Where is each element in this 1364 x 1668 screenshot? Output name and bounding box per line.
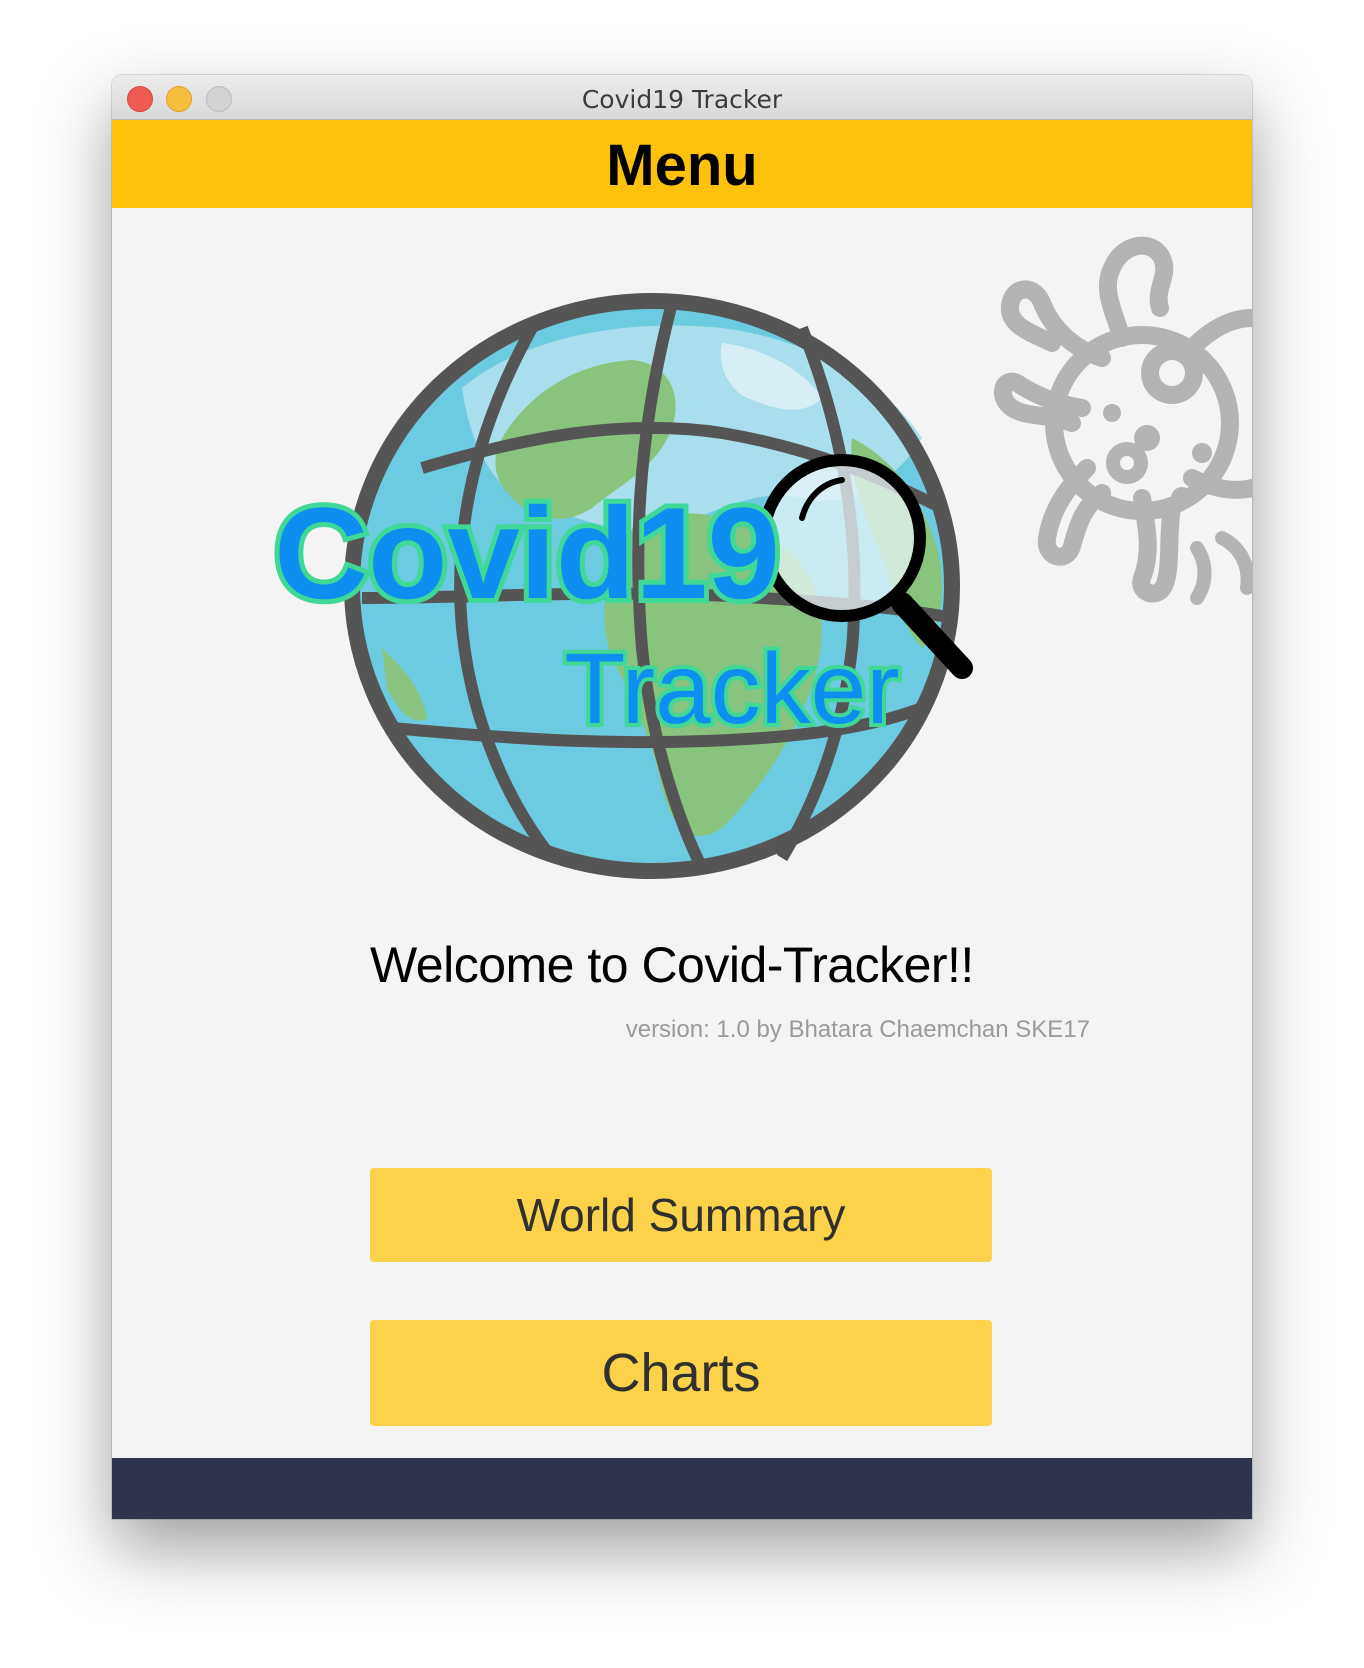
charts-button[interactable]: Charts [370,1320,992,1426]
logo-subtitle: Tracker [564,633,899,745]
menu-header: Menu [112,120,1252,208]
main-content: Covid19 Tracker Welcome to Covid-Tracker… [112,208,1252,1458]
footer-bar [112,1458,1252,1519]
window-title: Covid19 Tracker [581,85,783,114]
logo-title: Covid19 [274,480,780,626]
app-logo: Covid19 Tracker [269,293,973,879]
world-summary-button[interactable]: World Summary [370,1168,992,1262]
title-bar[interactable]: Covid19 Tracker [112,75,1252,120]
menu-title: Menu [606,133,758,198]
welcome-heading: Welcome to Covid-Tracker!! [370,937,974,993]
app-window: Covid19 Tracker Menu Covid19 Tracker Wel… [112,75,1252,1519]
version-text: version: 1.0 by Bhatara Chaemchan SKE17 [625,1016,1090,1043]
